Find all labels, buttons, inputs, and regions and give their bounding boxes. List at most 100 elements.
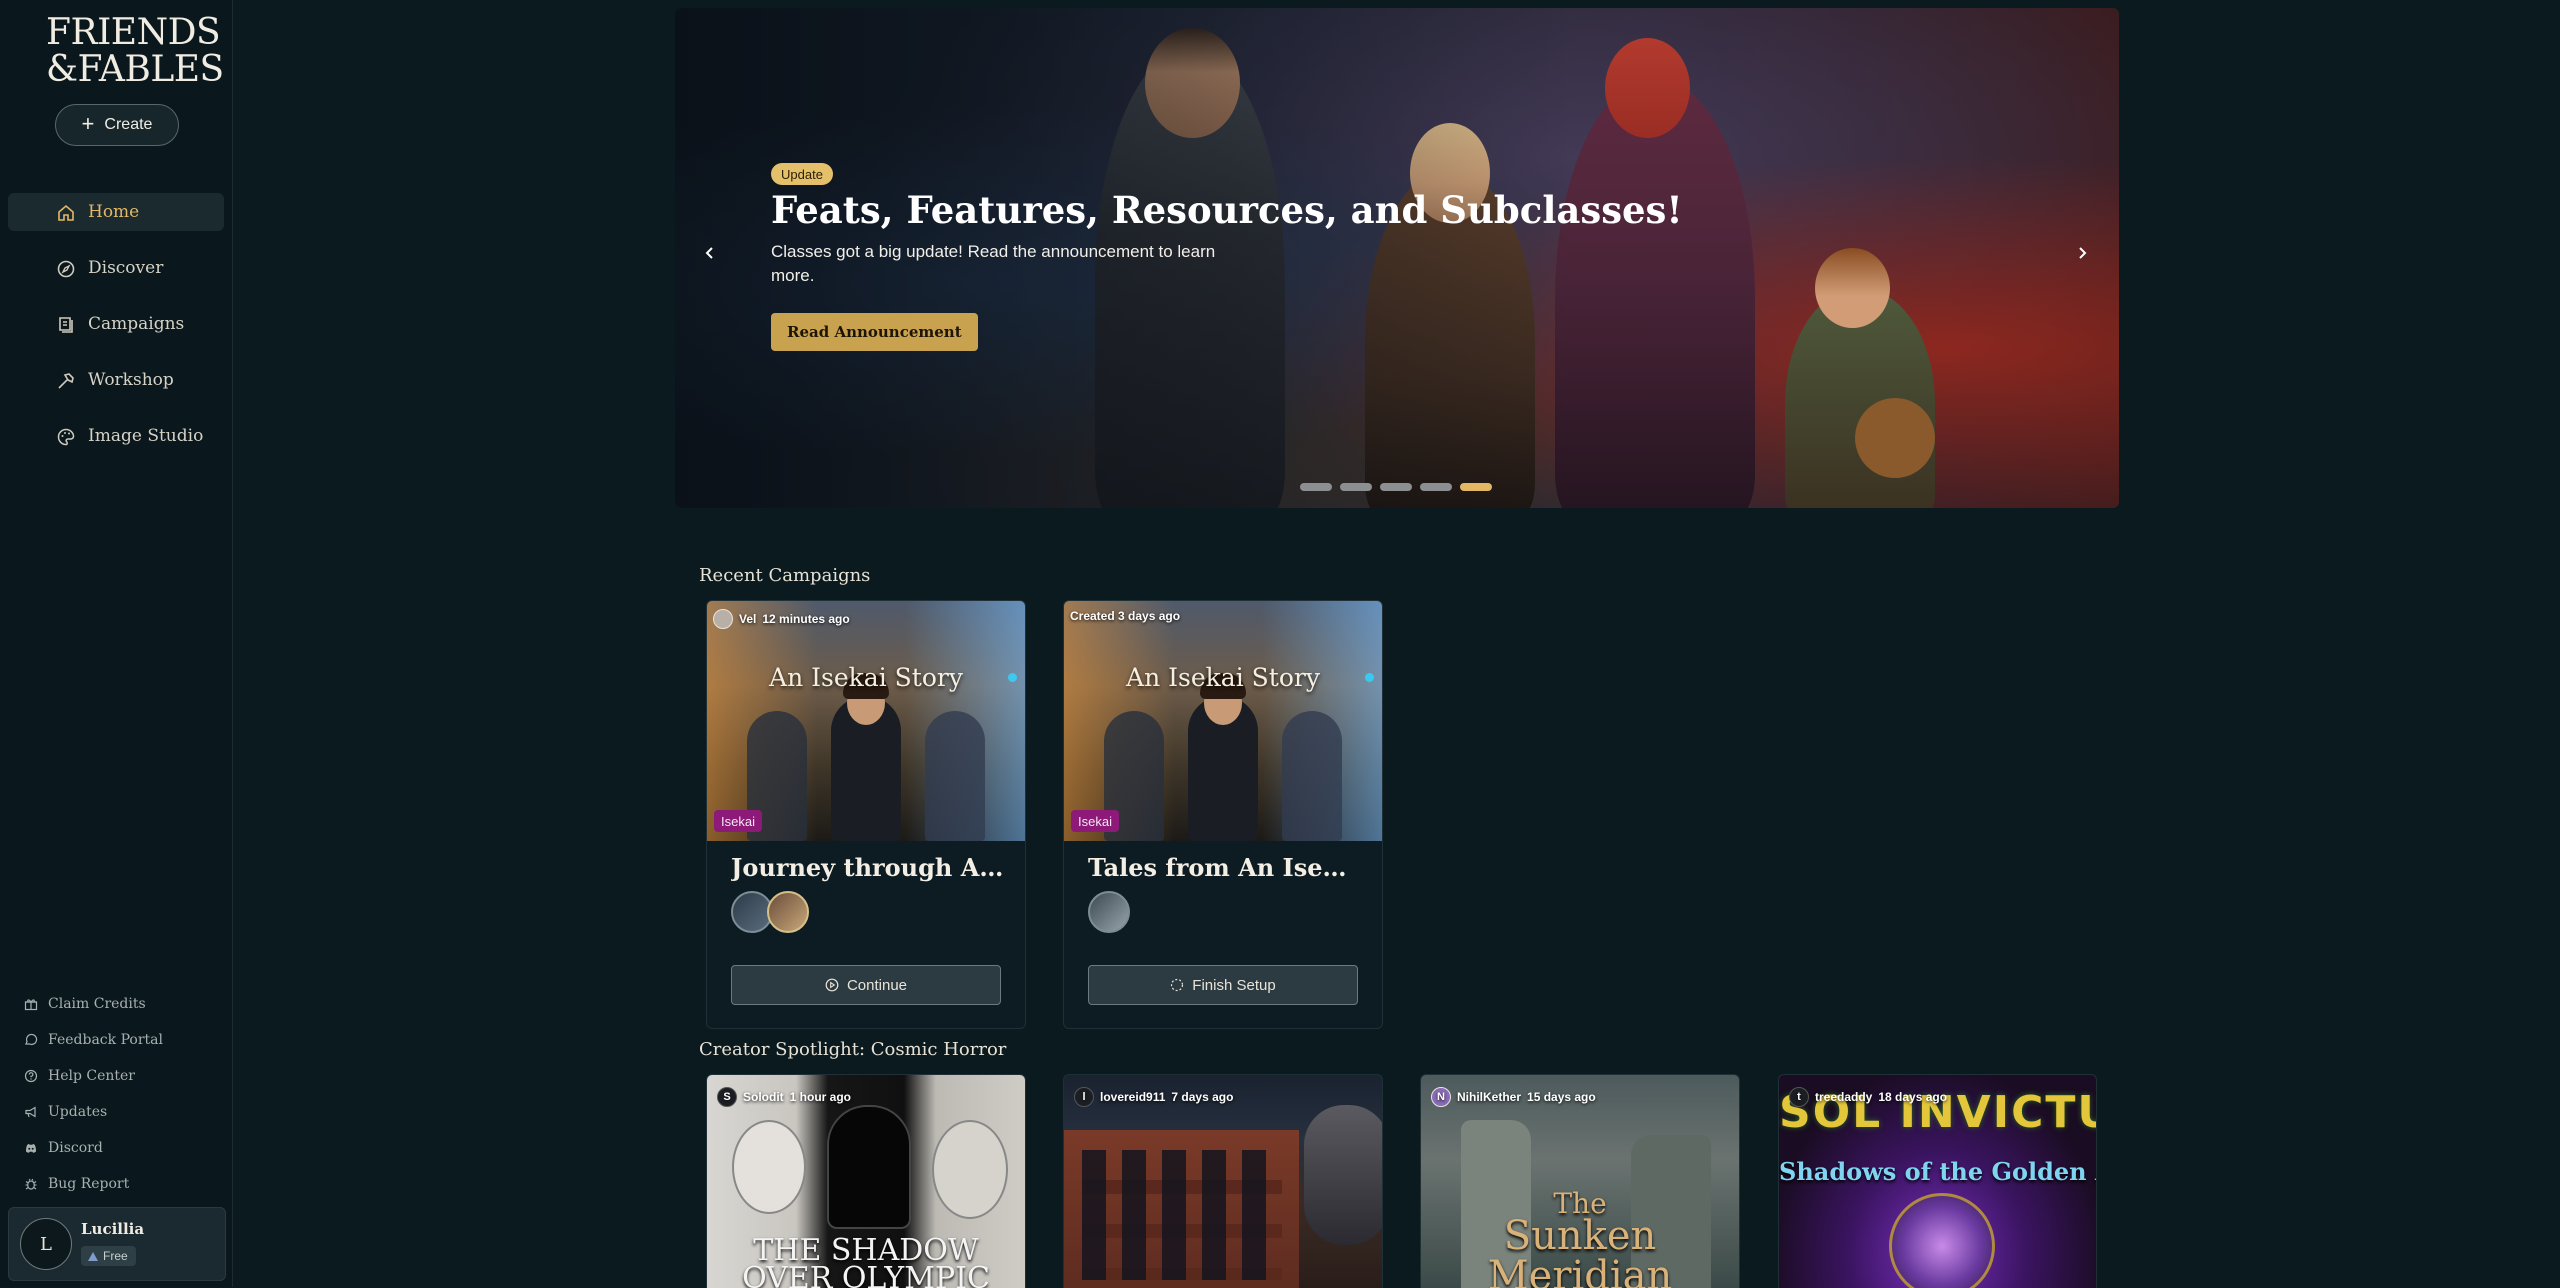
party-avatars bbox=[731, 891, 809, 933]
hammer-icon bbox=[58, 373, 74, 389]
cover-figure bbox=[925, 711, 985, 841]
nav-item-campaigns[interactable]: Campaigns bbox=[8, 305, 224, 343]
card-meta: N NihilKether 15 days ago bbox=[1431, 1087, 1596, 1107]
link-label: Bug Report bbox=[48, 1176, 130, 1192]
avatar bbox=[713, 609, 733, 629]
tier-badge: Free bbox=[81, 1246, 136, 1266]
bug-icon bbox=[25, 1178, 37, 1190]
author-name: Vel bbox=[739, 612, 757, 626]
discord-link[interactable]: Discord bbox=[24, 1130, 163, 1166]
cover-art-face bbox=[732, 1120, 806, 1214]
nav-item-workshop[interactable]: Workshop bbox=[8, 361, 224, 399]
nav-item-home[interactable]: Home bbox=[8, 193, 224, 231]
author-name: Solodit bbox=[743, 1090, 784, 1104]
logo-line-1: FRIENDS bbox=[46, 12, 221, 53]
timestamp: 18 days ago bbox=[1878, 1090, 1948, 1104]
timestamp: 1 hour ago bbox=[789, 1090, 852, 1104]
avatar: N bbox=[1431, 1087, 1451, 1107]
link-label: Help Center bbox=[48, 1068, 136, 1084]
author-name: NihilKether bbox=[1457, 1090, 1522, 1104]
avatar: S bbox=[717, 1087, 737, 1107]
cover-title-line: Shadows of the Golden Age bbox=[1779, 1157, 2096, 1186]
spotlight-card[interactable]: The Sunken Meridian N NihilKether 15 day… bbox=[1420, 1074, 1740, 1288]
carousel-next-button[interactable] bbox=[2067, 238, 2097, 268]
avatar: t bbox=[1789, 1087, 1809, 1107]
home-icon bbox=[58, 204, 74, 221]
carousel-dot[interactable] bbox=[1300, 483, 1332, 491]
hero-description: Classes got a big update! Read the annou… bbox=[771, 242, 1216, 285]
carousel-dot[interactable] bbox=[1340, 483, 1372, 491]
avatar bbox=[1088, 891, 1130, 933]
genre-badge: Isekai bbox=[1071, 810, 1119, 832]
cover-art-hood bbox=[827, 1105, 911, 1229]
cover-art-windows bbox=[1082, 1150, 1282, 1280]
nav-item-image-studio[interactable]: Image Studio bbox=[8, 417, 224, 455]
compass-icon bbox=[57, 260, 75, 278]
card-meta: Vel 12 minutes ago bbox=[713, 609, 850, 629]
carousel-indicators bbox=[1300, 483, 1492, 491]
campaign-title: Tales from An Isekai Story bbox=[1088, 853, 1363, 882]
bug-report-link[interactable]: Bug Report bbox=[24, 1166, 163, 1202]
read-announcement-button[interactable]: Read Announcement bbox=[771, 313, 978, 351]
user-profile-card[interactable]: L Lucillia Free bbox=[8, 1207, 226, 1281]
carousel-prev-button[interactable] bbox=[695, 238, 725, 268]
spotlight-card[interactable]: SOL INVICTUS Shadows of the Golden Age t… bbox=[1778, 1074, 2097, 1288]
main-nav: Home Discover Campaigns Workshop Image S… bbox=[8, 193, 224, 473]
hero-art-lute bbox=[1855, 398, 1935, 478]
discord-icon bbox=[26, 1144, 36, 1153]
tier-label: Free bbox=[103, 1249, 128, 1263]
create-button[interactable]: + Create bbox=[55, 104, 179, 146]
author-name: treedaddy bbox=[1815, 1090, 1873, 1104]
cover-title: An Isekai Story bbox=[769, 663, 963, 692]
link-label: Updates bbox=[48, 1104, 108, 1120]
cover-title-line: OVER OLYMPIC bbox=[742, 1261, 990, 1288]
footer-links: Claim Credits Feedback Portal Help Cente… bbox=[24, 986, 163, 1202]
campaign-card[interactable]: An Isekai Story Created 3 days ago Iseka… bbox=[1063, 600, 1383, 1029]
hero-art-tiefling-head bbox=[1605, 38, 1690, 138]
timestamp: 12 minutes ago bbox=[762, 612, 850, 626]
timestamp: Created 3 days ago bbox=[1070, 609, 1181, 623]
update-badge: Update bbox=[771, 163, 833, 185]
timestamp: 7 days ago bbox=[1171, 1090, 1234, 1104]
gift-icon bbox=[24, 999, 38, 1011]
card-meta: Created 3 days ago bbox=[1070, 609, 1180, 623]
user-name: Lucillia bbox=[81, 1220, 145, 1238]
carousel-dot-active[interactable] bbox=[1460, 483, 1492, 491]
hero-art-dwarf-head bbox=[1815, 248, 1890, 328]
chevron-left-icon bbox=[705, 247, 713, 259]
finish-setup-button[interactable]: Finish Setup bbox=[1088, 965, 1358, 1005]
carousel-dot[interactable] bbox=[1380, 483, 1412, 491]
spotlight-card[interactable]: THE SHADOW OVER OLYMPIC S Solodit 1 hour… bbox=[706, 1074, 1026, 1288]
claim-credits-link[interactable]: Claim Credits bbox=[24, 986, 163, 1022]
megaphone-icon bbox=[25, 1106, 36, 1118]
triangle-icon bbox=[88, 1251, 98, 1261]
create-label: Create bbox=[104, 116, 153, 133]
card-meta: S Solodit 1 hour ago bbox=[717, 1087, 851, 1107]
nav-item-discover[interactable]: Discover bbox=[8, 249, 224, 287]
cover-art-face bbox=[932, 1120, 1008, 1219]
button-label: Finish Setup bbox=[1192, 976, 1276, 994]
hero-title: Feats, Features, Resources, and Subclass… bbox=[771, 188, 1683, 232]
card-meta: l lovereid911 7 days ago bbox=[1074, 1087, 1233, 1107]
feedback-portal-link[interactable]: Feedback Portal bbox=[24, 1022, 163, 1058]
spotlight-card[interactable]: l lovereid911 7 days ago bbox=[1063, 1074, 1383, 1288]
nav-label: Home bbox=[88, 202, 140, 222]
card-meta: t treedaddy 18 days ago bbox=[1789, 1087, 1947, 1107]
avatar: l bbox=[1074, 1087, 1094, 1107]
avatar bbox=[767, 891, 809, 933]
sidebar: FRIENDS &FABLES + Create Home Discover C… bbox=[0, 0, 233, 1287]
book-icon bbox=[59, 317, 73, 333]
recent-campaigns-heading: Recent Campaigns bbox=[699, 565, 871, 586]
carousel-dot[interactable] bbox=[1420, 483, 1452, 491]
nav-label: Campaigns bbox=[88, 314, 185, 334]
announcement-carousel: Update Feats, Features, Resources, and S… bbox=[675, 8, 2119, 508]
help-center-link[interactable]: Help Center bbox=[24, 1058, 163, 1094]
campaign-card[interactable]: An Isekai Story Vel 12 minutes ago Iseka… bbox=[706, 600, 1026, 1029]
author-name: lovereid911 bbox=[1100, 1090, 1166, 1104]
continue-button[interactable]: Continue bbox=[731, 965, 1001, 1005]
updates-link[interactable]: Updates bbox=[24, 1094, 163, 1130]
app-logo[interactable]: FRIENDS &FABLES bbox=[46, 12, 224, 88]
plus-icon: + bbox=[81, 111, 95, 136]
campaign-title: Journey through An Isek... bbox=[731, 853, 1006, 882]
help-icon bbox=[24, 1069, 38, 1083]
